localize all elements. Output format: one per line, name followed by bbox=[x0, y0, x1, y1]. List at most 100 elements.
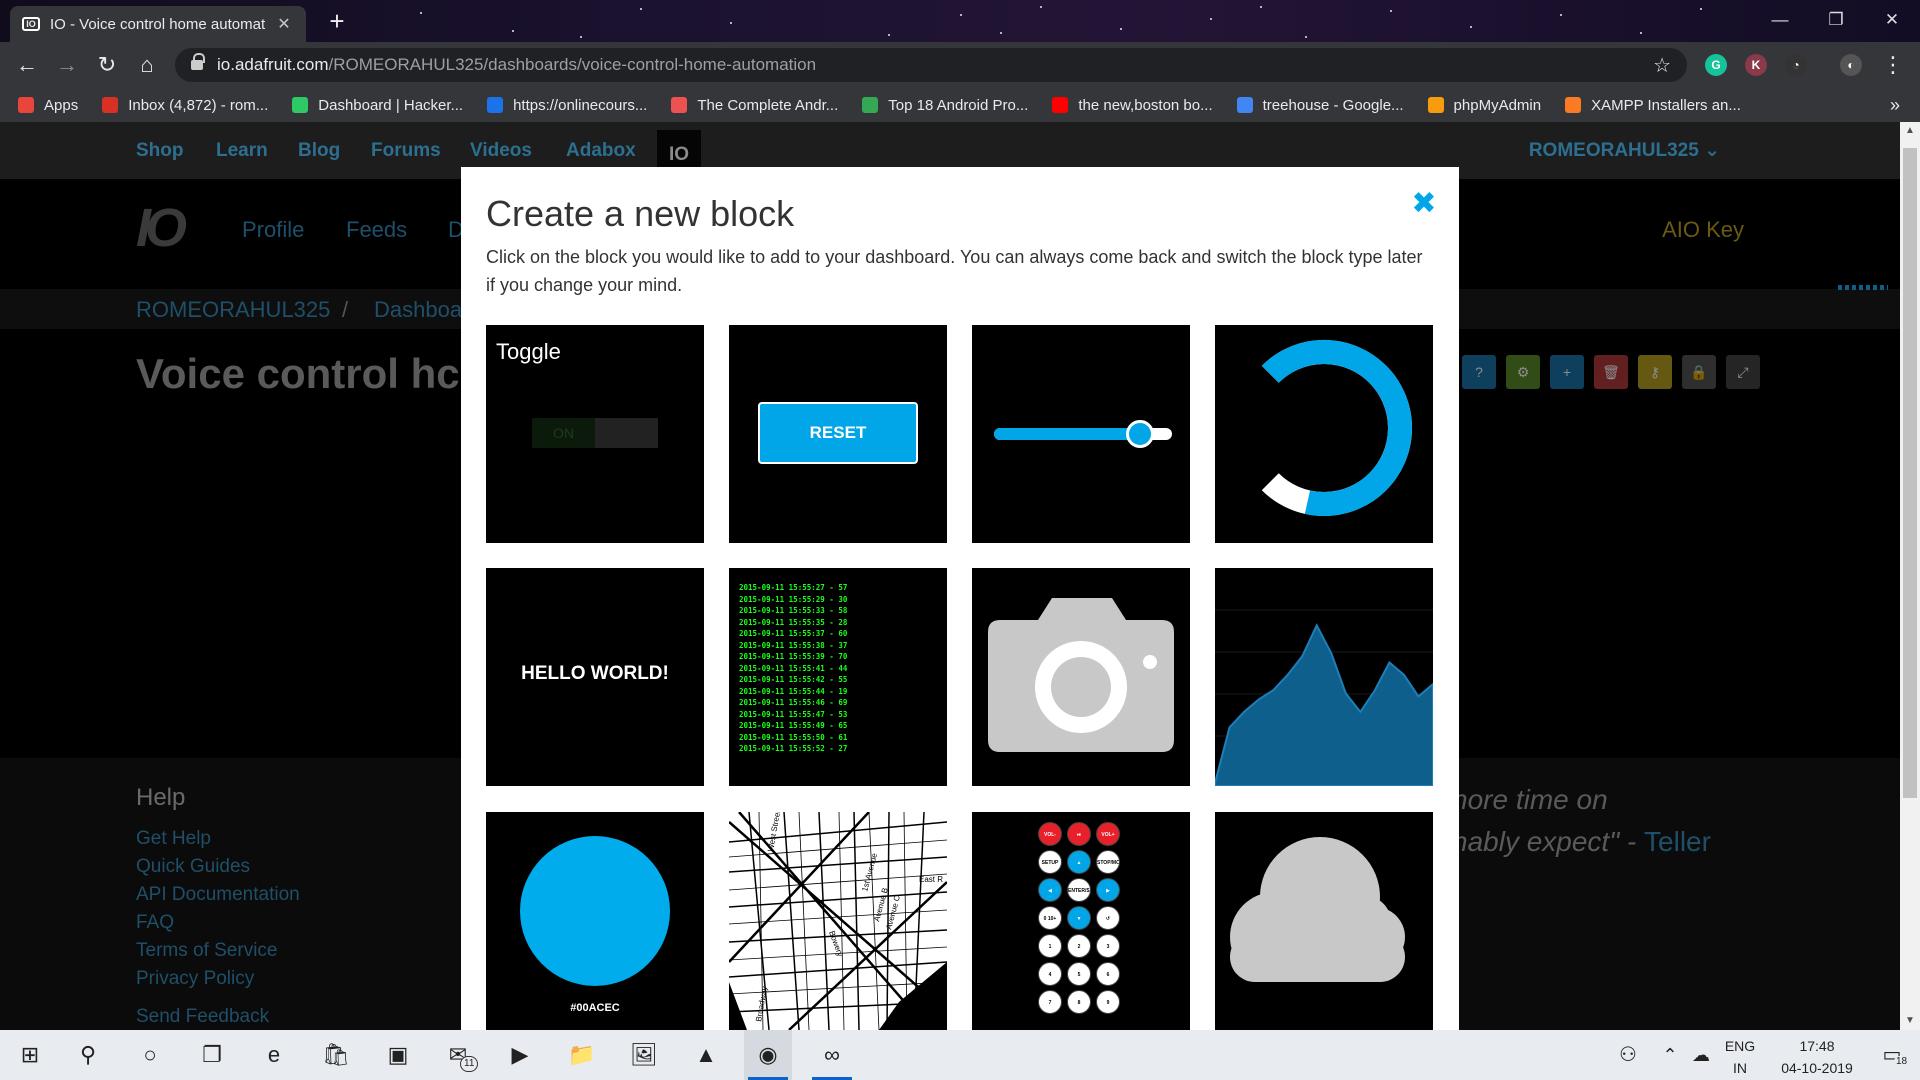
bookmarks-overflow-icon[interactable]: » bbox=[1890, 88, 1900, 122]
key-icon[interactable]: ⚷ bbox=[1638, 355, 1672, 389]
footer-link-faq[interactable]: FAQ bbox=[136, 912, 174, 934]
toggle-label: Toggle bbox=[496, 339, 561, 364]
block-map[interactable]: West Street 1st Avenue Avenue B Avenue C… bbox=[729, 812, 947, 1030]
media-player-icon[interactable]: ▶ bbox=[496, 1030, 544, 1080]
breadcrumb-dashboards[interactable]: Dashboa bbox=[374, 297, 462, 323]
remote-desktop-icon[interactable]: ▣ bbox=[374, 1030, 422, 1080]
footer-link-get-help[interactable]: Get Help bbox=[136, 828, 211, 850]
block-remote-control[interactable]: VOL-⏯VOL+ SETUP▲STOP/MODE ◀ENTER/SAVE▶ 0 10… bbox=[972, 812, 1190, 1030]
chrome-menu-icon[interactable]: ⋮ bbox=[1878, 50, 1908, 80]
scroll-up-icon[interactable]: ▲ bbox=[1900, 122, 1920, 140]
block-stream[interactable]: 2015-09-11 15:55:27 - 57 2015-09-11 15:55… bbox=[729, 568, 947, 786]
gmail-icon bbox=[102, 97, 119, 113]
nav-blog[interactable]: Blog bbox=[298, 122, 340, 179]
nav-shop[interactable]: Shop bbox=[136, 122, 184, 179]
bookmark-star-icon[interactable]: ☆ bbox=[1653, 53, 1671, 78]
store-icon[interactable]: 🛍 bbox=[312, 1030, 360, 1080]
restore-icon[interactable]: ❐ bbox=[1808, 0, 1864, 42]
nav-feeds[interactable]: Feeds bbox=[346, 217, 407, 243]
grammarly-icon[interactable]: G bbox=[1705, 54, 1727, 76]
k-extension-icon[interactable]: K bbox=[1745, 54, 1767, 76]
nav-forums[interactable]: Forums bbox=[371, 122, 441, 179]
remote-key: 7 bbox=[1038, 990, 1062, 1014]
nav-profile[interactable]: Profile bbox=[242, 217, 304, 243]
chrome-icon[interactable]: ◉ bbox=[744, 1030, 792, 1080]
speedometer-icon[interactable]: ◔ bbox=[1785, 54, 1807, 76]
block-line-chart[interactable] bbox=[1215, 568, 1433, 786]
windows-start-icon[interactable]: ⊞ bbox=[6, 1030, 54, 1080]
reload-icon[interactable]: ↻ bbox=[92, 50, 122, 80]
delete-icon[interactable]: 🗑 bbox=[1594, 355, 1628, 389]
bookmark-item[interactable]: The Complete Andr... bbox=[671, 97, 838, 114]
block-gauge[interactable] bbox=[1215, 325, 1433, 543]
block-color-picker[interactable]: #00ACEC bbox=[486, 812, 704, 1030]
bookmark-item[interactable]: treehouse - Google... bbox=[1236, 97, 1404, 114]
google-icon bbox=[1236, 97, 1253, 113]
nav-learn[interactable]: Learn bbox=[216, 122, 268, 179]
titlebar-star bbox=[1120, 28, 1122, 30]
window-close-icon[interactable]: ✕ bbox=[1864, 0, 1920, 42]
task-view-icon[interactable]: ❐ bbox=[188, 1030, 236, 1080]
bookmark-item[interactable]: the new,boston bo... bbox=[1052, 97, 1213, 114]
footer-link-feedback[interactable]: Send Feedback bbox=[136, 1006, 269, 1028]
block-slider[interactable] bbox=[972, 325, 1190, 543]
tab-close-icon[interactable]: ✕ bbox=[274, 14, 294, 34]
back-arrow-icon[interactable]: ← bbox=[12, 50, 42, 80]
scrollbar-thumb[interactable] bbox=[1903, 148, 1917, 798]
close-icon[interactable]: ✖ bbox=[1409, 189, 1439, 219]
breadcrumb-user[interactable]: ROMEORAHUL325 bbox=[136, 297, 330, 323]
vlc-icon[interactable]: ▲ bbox=[682, 1030, 730, 1080]
block-toggle[interactable]: Toggle ON bbox=[486, 325, 704, 543]
footer-link-privacy[interactable]: Privacy Policy bbox=[136, 968, 254, 990]
remote-key: 1 bbox=[1038, 934, 1062, 958]
footer-quote-author[interactable]: Teller bbox=[1644, 826, 1711, 857]
address-bar[interactable]: io.adafruit.com/ROMEORAHUL325/dashboards… bbox=[175, 48, 1687, 82]
block-momentary-button[interactable]: RESET bbox=[729, 325, 947, 543]
forward-arrow-icon[interactable]: → bbox=[52, 50, 82, 80]
scroll-down-icon[interactable]: ▼ bbox=[1900, 1012, 1920, 1030]
tray-chevron-up-icon[interactable]: ⌃ bbox=[1658, 1030, 1682, 1080]
titlebar-star bbox=[730, 22, 732, 24]
clock[interactable]: 17:48 04-10-2019 bbox=[1772, 1030, 1862, 1080]
footer-link-quick-guides[interactable]: Quick Guides bbox=[136, 856, 250, 878]
titlebar-star bbox=[1040, 6, 1042, 8]
bookmark-item[interactable]: Apps bbox=[18, 97, 78, 114]
help-icon[interactable]: ? bbox=[1462, 355, 1496, 389]
user-menu[interactable]: ROMEORAHUL325 ⌄ bbox=[1529, 122, 1720, 179]
bookmark-item[interactable]: https://onlinecours... bbox=[487, 97, 647, 114]
search-icon[interactable]: ⚲ bbox=[64, 1030, 112, 1080]
notifications-button[interactable]: ▭ 18 bbox=[1872, 1030, 1912, 1080]
photos-icon[interactable]: 🖼 bbox=[620, 1030, 668, 1080]
home-icon[interactable]: ⌂ bbox=[132, 50, 162, 80]
bookmark-item[interactable]: Inbox (4,872) - rom... bbox=[102, 97, 268, 114]
block-text[interactable]: HELLO WORLD! bbox=[486, 568, 704, 786]
people-icon[interactable]: ⚇ bbox=[1610, 1030, 1646, 1080]
browser-tab[interactable]: IO IO - Voice control home automat ✕ bbox=[10, 6, 306, 42]
cortana-icon[interactable]: ○ bbox=[126, 1030, 174, 1080]
block-image[interactable] bbox=[972, 568, 1190, 786]
footer-link-terms[interactable]: Terms of Service bbox=[136, 940, 277, 962]
block-weather[interactable] bbox=[1215, 812, 1433, 1030]
network-icon[interactable]: ☁ bbox=[1686, 1030, 1716, 1080]
aio-key-link[interactable]: AIO Key bbox=[1662, 217, 1744, 243]
add-icon[interactable]: + bbox=[1550, 355, 1584, 389]
mail-icon[interactable]: ✉ 11 bbox=[434, 1030, 482, 1080]
bookmark-item[interactable]: XAMPP Installers an... bbox=[1565, 97, 1741, 114]
arduino-icon[interactable]: ∞ bbox=[808, 1030, 856, 1080]
settings-icon[interactable]: ⚙ bbox=[1506, 355, 1540, 389]
new-tab-button[interactable]: + bbox=[320, 6, 354, 38]
slider-knob bbox=[1125, 420, 1154, 448]
file-explorer-icon[interactable]: 📁 bbox=[558, 1030, 606, 1080]
footer-link-api-docs[interactable]: API Documentation bbox=[136, 884, 300, 906]
profile-avatar-icon[interactable]: ◐ bbox=[1840, 54, 1862, 76]
minimize-icon[interactable]: — bbox=[1752, 0, 1808, 42]
bookmark-item[interactable]: Top 18 Android Pro... bbox=[862, 97, 1028, 114]
bookmark-item[interactable]: phpMyAdmin bbox=[1427, 97, 1541, 114]
page-scrollbar[interactable]: ▲ ▼ bbox=[1900, 122, 1920, 1030]
adafruit-io-logo-icon[interactable]: IO bbox=[136, 197, 214, 258]
edge-icon[interactable]: e bbox=[250, 1030, 298, 1080]
fullscreen-icon[interactable]: ⤢ bbox=[1726, 355, 1760, 389]
language-indicator[interactable]: ENG IN bbox=[1720, 1030, 1760, 1080]
lock-icon[interactable]: 🔒 bbox=[1682, 355, 1716, 389]
bookmark-item[interactable]: Dashboard | Hacker... bbox=[292, 97, 463, 114]
